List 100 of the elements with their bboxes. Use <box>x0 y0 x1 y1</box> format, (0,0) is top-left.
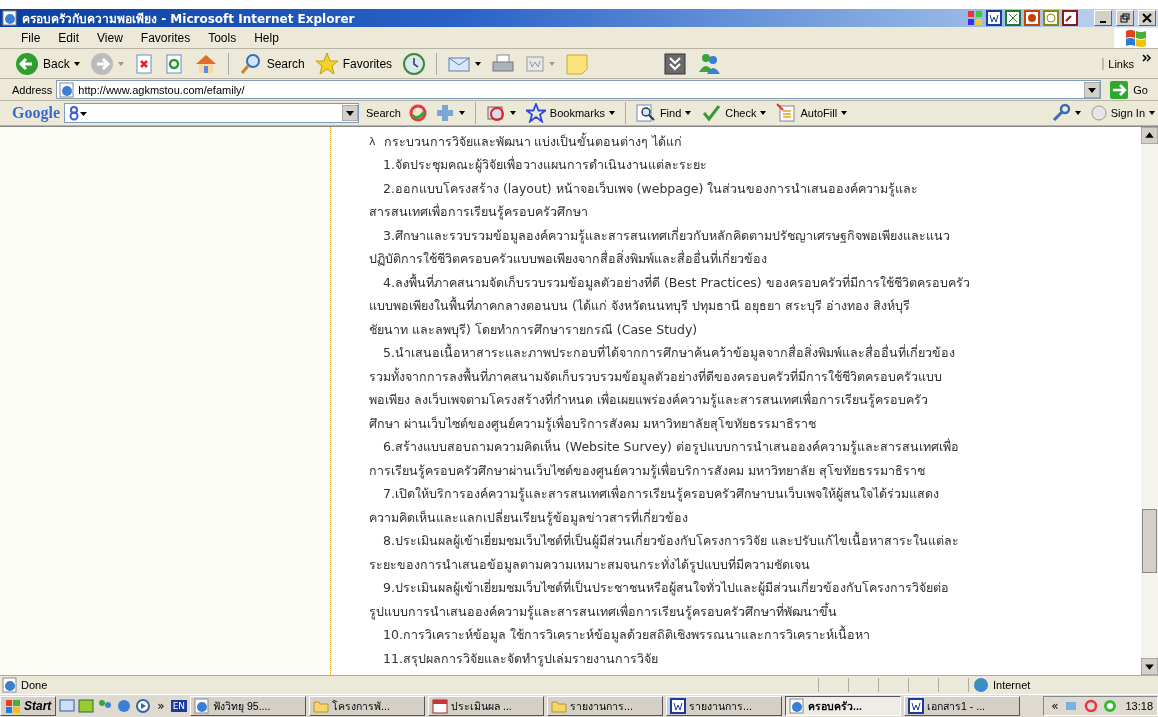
folder-icon <box>551 698 568 714</box>
heading-text: กระบวนการวิจัยและพัฒนา แบ่งเป็นขั้นตอนต่างๆ ได้แก่ <box>383 131 683 151</box>
clock-icon[interactable] <box>1043 10 1059 26</box>
folder-icon <box>313 698 330 714</box>
tray-toggle[interactable]: « <box>1048 699 1062 713</box>
restore-button[interactable] <box>1116 10 1134 26</box>
task-label: รายงานการ... <box>570 698 633 714</box>
language-indicator[interactable]: EN <box>170 700 188 712</box>
menu-item[interactable]: View <box>88 28 132 47</box>
step-text: 11.สรุปผลการวิจัยและจัดทำรูปเล่มรายงานการวิจัย <box>383 649 658 669</box>
step-text: รวมทั้งจากการลงพื้นที่ภาคสนามจัดเก็บรวบรวมข้อมูลตัวอย่างที่ดีของครอบครัวที่มีการใช้ชีวิตครอบครัวแบบ <box>369 366 942 387</box>
caret-icon <box>475 61 482 66</box>
spreadsheet-icon[interactable] <box>1005 10 1021 26</box>
window-title: ครอบครัวกับความพอเพียง - Microsoft Internet Explorer <box>22 10 355 28</box>
taskbar-button[interactable]: ประเมินผล ... <box>428 696 545 716</box>
desktop-icon[interactable] <box>59 698 76 714</box>
caret-icon <box>760 111 767 115</box>
step-text: รูปแบบการนำเสนอองค์ความรู้และสารสนเทศเพื่อการเรียนรู้ครอบครัวศึกษาที่พัฒนาขึ้น <box>369 601 837 622</box>
dropdown-arrow-icon[interactable] <box>342 105 358 121</box>
spellcheck-button[interactable]: Check <box>698 102 770 124</box>
document-icon <box>525 53 546 74</box>
scrollbar[interactable] <box>1141 127 1158 675</box>
status-circle-icon[interactable] <box>1102 698 1119 714</box>
step-text: พอเพียง ลงเว็บเพจตามโครงสร้างที่กำหนด เพื่อเผยแพร่องค์ความรู้และสารสนเทศเพื่อการเรียนรู้ครอบครัว <box>369 390 928 410</box>
taskbar-button[interactable]: รายงานการ... <box>547 696 664 716</box>
stop-icon <box>133 53 154 74</box>
taskbar-button[interactable]: เอกสาร1 - ... <box>904 696 1021 716</box>
go-button[interactable]: Go <box>1105 79 1158 100</box>
favorites-button[interactable]: Favorites <box>311 50 396 77</box>
office-grid-icon[interactable] <box>967 10 983 26</box>
menu-item[interactable]: File <box>12 28 50 47</box>
menu-item[interactable]: Help <box>245 28 288 47</box>
star-icon <box>525 103 546 123</box>
google-menu-icon[interactable] <box>68 105 88 121</box>
autofill-button[interactable]: AutoFill <box>773 102 851 124</box>
browser-icon[interactable] <box>116 698 133 714</box>
step-text: ความคิดเห็นและแลกเปลี่ยนเรียนรู้ข้อมูลข่าวสารที่เกี่ยวข้อง <box>369 508 688 528</box>
scroll-up-icon[interactable] <box>1141 127 1158 144</box>
dropdown-arrow-icon[interactable] <box>1084 81 1101 98</box>
search-icon <box>238 51 263 76</box>
star-icon <box>314 51 339 76</box>
menu-item[interactable]: Edit <box>49 28 89 47</box>
scroll-down-icon[interactable] <box>1141 658 1158 675</box>
links-button[interactable]: Links <box>1102 57 1138 70</box>
close-button[interactable] <box>1138 10 1156 26</box>
minimize-icon <box>1100 20 1106 23</box>
step-text: 6.สร้างแบบสอบถามความคิดเห็น (Website Survey) ต่อรูปแบบการนำเสนอองค์ความรู้และสารสนเทศเพื่อ <box>383 437 959 457</box>
search-button[interactable]: Search <box>363 102 404 124</box>
step-text: 1.จัดประชุมคณะผู้วิจัยเพื่อวางแผนการดำเนินงานแต่ละระยะ <box>383 155 707 175</box>
taskbar-button[interactable]: โครงการพั... <box>309 696 426 716</box>
chevron-icon[interactable] <box>1142 54 1152 62</box>
step-text: 3.ศึกษาและรวบรวมข้อมูลองค์ความรู้และสารสนเทศเกี่ยวกับหลักคิดตามปรัชญาเศรษฐกิจพอเพียงและแนว <box>383 226 950 246</box>
task-label: ฟังวิทยุ 95.... <box>213 698 271 715</box>
clock: 13:18 <box>1124 700 1153 712</box>
address-field[interactable]: http://www.agkmstou.com/efamily/ <box>56 80 1102 99</box>
address-label: Address <box>12 83 53 96</box>
start-button[interactable]: Start <box>0 696 57 716</box>
sign-in-button[interactable]: Sign In <box>1087 102 1158 124</box>
search-button[interactable]: Search <box>235 50 308 77</box>
caret-icon <box>509 111 516 115</box>
step-text: สารสนเทศเพื่อการเรียนรู้ครอบครัวศึกษา <box>369 202 588 222</box>
step-text: 10.การวิเคราะห์ข้อมูล ใช้การวิเคราะห์ข้อมูลด้วยสถิติเชิงพรรณนาและการวิเคราะห์เนื้อหา <box>383 625 870 645</box>
presentation-icon[interactable] <box>1024 10 1040 26</box>
back-button[interactable]: Back <box>12 50 83 77</box>
blocked-window-icon <box>485 103 506 123</box>
caret-icon <box>1074 111 1081 115</box>
caret-icon <box>458 111 465 115</box>
search-field[interactable] <box>64 103 359 123</box>
bookmarks-button[interactable]: Bookmarks <box>522 102 618 124</box>
step-text: 5.นำเสนอเนื้อหาสาระและภาพประกอบที่ได้จากการศึกษาค้นคว้าข้อมูลจากสื่อสิ่งพิมพ์และสื่ออื่นที่เกี่ยวข้อง <box>383 343 955 363</box>
caret-icon <box>1149 111 1155 115</box>
circle-icon <box>1090 105 1107 121</box>
task-label: รายงานการ... <box>689 698 752 714</box>
menu-item[interactable]: Favorites <box>131 28 200 47</box>
double-chevron-icon <box>663 51 688 76</box>
step-text: 4.ลงพื้นที่ภาคสนามจัดเก็บรวบรวมข้อมูลตัวอย่างที่ดี (Best Practices) ของครอบครัวที่มีการใช้ชีวิตครอบครัว <box>383 272 970 293</box>
overflow-chevron[interactable]: » <box>154 699 168 713</box>
step-text: ปฏิบัติการใช้ชีวิตครอบครัวแบบพอเพียงจากสื่อสิ่งพิมพ์และสื่ออื่นที่เกี่ยวข้อง <box>369 249 767 269</box>
taskbar-button[interactable]: ฟังวิทยุ 95.... <box>190 696 307 716</box>
scroll-thumb[interactable] <box>1142 508 1157 573</box>
zone-text: Internet <box>993 679 1031 691</box>
media-player-icon[interactable] <box>135 698 152 714</box>
menu-item[interactable]: Tools <box>199 28 246 47</box>
globe-icon <box>973 677 989 693</box>
close-icon <box>1142 13 1152 23</box>
minimize-button[interactable] <box>1094 10 1112 26</box>
clock-icon <box>402 51 427 76</box>
taskbar-button[interactable]: รายงานการ... <box>666 696 783 716</box>
caret-icon <box>841 111 848 115</box>
taskbar-button[interactable]: ครอบครัว... <box>785 696 902 716</box>
caret-icon <box>608 111 615 115</box>
windows-logo-icon <box>1114 27 1158 48</box>
windows-logo-icon <box>5 698 21 714</box>
checkmark-icon <box>701 103 722 123</box>
calendar-icon[interactable] <box>78 698 95 714</box>
find-button[interactable]: Find <box>632 102 695 124</box>
document-icon[interactable] <box>986 10 1002 26</box>
caret-icon <box>117 61 124 66</box>
step-text: ศึกษา ผ่านเว็บไซต์ของศูนย์ความรู้เพื่อบริการสังคม มหาวิทยาลัยสุโขทัยธรรมาธิราช <box>369 414 816 434</box>
page-icon <box>59 81 76 98</box>
